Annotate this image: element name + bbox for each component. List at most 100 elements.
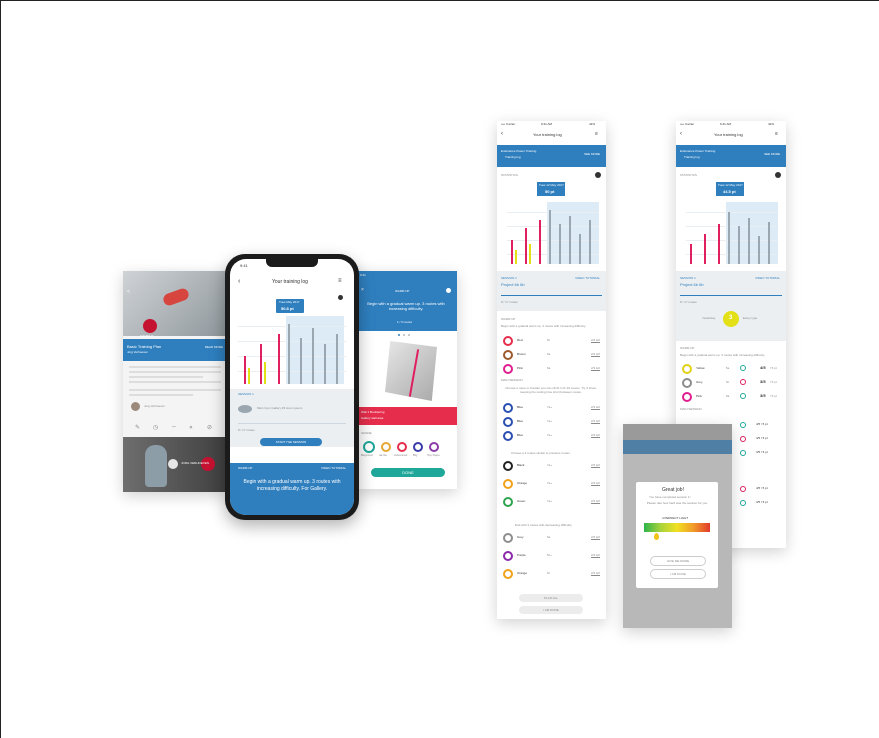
route-grade: 7a+ xyxy=(547,433,553,437)
done-button[interactable]: I AM DONE xyxy=(519,606,583,614)
plan-all-button[interactable]: PLAN ALL xyxy=(519,594,583,602)
route-status[interactable]: 2/3 left xyxy=(591,463,600,467)
route-color: Blue xyxy=(517,405,524,409)
route-row[interactable]: Red 5c 2/3 left xyxy=(501,336,602,348)
warmup-band: WARM UP VIDEO TUTORIAL Begin with a grad… xyxy=(230,463,354,515)
check-icon[interactable] xyxy=(740,365,746,371)
video-tutorial-link[interactable]: VIDEO TUTORIAL xyxy=(321,466,346,470)
status-time: 9:41 xyxy=(360,273,366,277)
timer-icon[interactable]: ◷ xyxy=(153,424,158,431)
start-session-button[interactable]: START THE SESSION xyxy=(260,438,322,446)
chart-bar xyxy=(549,210,551,264)
grade-name: Top Rope xyxy=(427,453,440,457)
route-row[interactable]: Purple 5c+ 2/3 left xyxy=(501,551,602,567)
info-icon[interactable] xyxy=(338,295,343,300)
route-grade: 5c xyxy=(726,380,730,384)
video-tutorial-link[interactable]: VIDEO TUTORIAL xyxy=(575,276,600,280)
info-icon[interactable] xyxy=(595,172,601,178)
play-icon[interactable] xyxy=(168,459,178,469)
route-color-ring xyxy=(503,417,513,427)
route-color-ring xyxy=(682,378,692,388)
menu-icon[interactable]: ≡ xyxy=(775,131,778,138)
route-status[interactable]: 2/3 left xyxy=(591,571,600,575)
dumbbell-icon[interactable]: ⇔ xyxy=(171,424,177,430)
route-status[interactable]: 2/3 left xyxy=(591,433,600,437)
banner-action[interactable]: SEE MORE xyxy=(584,152,600,156)
grade-option[interactable] xyxy=(413,442,423,452)
back-icon[interactable]: ‹ xyxy=(680,131,682,138)
route-status[interactable]: 2/3 left xyxy=(591,419,600,423)
warmup-label: WARM UP xyxy=(501,317,516,321)
chart-bar xyxy=(260,344,262,384)
route-status[interactable]: 2/3 left xyxy=(591,366,600,370)
route-score: 3/5 xyxy=(760,393,766,398)
banner-action[interactable]: SEE MORE xyxy=(764,152,780,156)
route-row[interactable]: Grey 6a 2/3 left xyxy=(501,533,602,549)
route-color: Pink xyxy=(517,366,523,370)
scale-thumb-icon[interactable] xyxy=(654,533,659,540)
i-am-done-button[interactable]: I AM DONE xyxy=(650,569,706,579)
route-status[interactable]: 2/3 left xyxy=(591,535,600,539)
main-session-label: MAIN SESSION xyxy=(680,407,702,411)
route-grade: 7a+ xyxy=(547,463,553,467)
grade-option[interactable] xyxy=(363,441,375,453)
route-status[interactable]: 2/3 left xyxy=(591,338,600,342)
route-status[interactable]: 2/3 left xyxy=(591,405,600,409)
check-icon[interactable] xyxy=(740,393,746,399)
route-status[interactable]: 2/3 left xyxy=(591,499,600,503)
route-row[interactable]: Blue 7a+ 2/3 left xyxy=(501,403,602,415)
warmup-label: WARM UP xyxy=(238,466,253,470)
chart-bar xyxy=(738,226,740,264)
close-icon[interactable]: × xyxy=(361,287,364,294)
grade-option[interactable] xyxy=(429,442,439,452)
dialog-subtitle: You have completed session 1! xyxy=(649,495,691,499)
check-icon[interactable] xyxy=(740,436,746,442)
back-icon[interactable]: ‹ xyxy=(238,278,240,286)
phone-warm-up: 9:41 × WARM UP Begin with a gradual warm… xyxy=(355,271,457,489)
check-icon[interactable] xyxy=(740,486,746,492)
pencil-icon[interactable]: ✎ xyxy=(135,424,140,431)
route-row[interactable]: Yellow 5a 4/5 / 5 pt xyxy=(680,364,782,376)
check-icon[interactable] xyxy=(740,379,746,385)
give-more-button[interactable]: GIVE ME MORE xyxy=(650,556,706,566)
route-status[interactable]: 2/3 left xyxy=(591,481,600,485)
grade-option[interactable] xyxy=(397,442,407,452)
route-row[interactable]: Orange 5c 2/3 left xyxy=(501,569,602,585)
statistics-chart xyxy=(686,202,778,264)
route-row[interactable]: Blue 7a+ 2/3 left xyxy=(501,431,602,443)
back-icon[interactable]: ‹ xyxy=(501,131,503,138)
route-score: 4/5 / 5 pt xyxy=(756,436,768,440)
route-row[interactable]: Blue 7a+ 2/3 left xyxy=(501,417,602,429)
route-color-ring xyxy=(503,350,513,360)
route-row[interactable]: Grey 5c 3/5 / 5 pt xyxy=(680,378,782,390)
back-icon[interactable]: < xyxy=(127,289,130,295)
difficulty-scale[interactable] xyxy=(644,523,710,532)
route-row[interactable]: Orange 7a+ 2/3 left xyxy=(501,479,602,495)
route-row[interactable]: Green 7a+ 2/3 left xyxy=(501,497,602,513)
chart-bar xyxy=(336,334,338,384)
route-color: Brown xyxy=(517,352,526,356)
check-icon[interactable] xyxy=(740,500,746,506)
done-button[interactable]: DONE xyxy=(371,468,445,477)
menu-icon[interactable]: ≡ xyxy=(595,131,598,138)
route-row[interactable]: Black 7a+ 2/3 left xyxy=(501,461,602,477)
video-thumbnail[interactable]: JORG VERHOEVEN xyxy=(123,437,227,492)
route-status[interactable]: 2/3 left xyxy=(591,352,600,356)
read-more-link[interactable]: READ MORE xyxy=(205,345,223,349)
check-icon[interactable] xyxy=(740,422,746,428)
bookmark-icon[interactable]: ⊘ xyxy=(207,424,212,431)
route-row[interactable]: Pink 6a 3/5 / 5 pt xyxy=(680,392,782,404)
route-row[interactable]: Pink 6a 2/3 left xyxy=(501,364,602,376)
info-icon[interactable] xyxy=(775,172,781,178)
info-icon[interactable] xyxy=(446,288,451,293)
route-color-ring xyxy=(503,364,513,374)
route-status[interactable]: 2/3 left xyxy=(591,553,600,557)
share-icon[interactable]: ⋄ xyxy=(189,424,193,431)
route-row[interactable]: Brown 6a 2/3 left xyxy=(501,350,602,362)
status-time: 9:41 AM xyxy=(541,122,553,126)
check-icon[interactable] xyxy=(740,450,746,456)
menu-icon[interactable]: ≡ xyxy=(338,278,342,285)
video-tutorial-link[interactable]: VIDEO TUTORIAL xyxy=(755,276,780,280)
chart-bar xyxy=(758,236,760,264)
grade-option[interactable] xyxy=(381,442,391,452)
